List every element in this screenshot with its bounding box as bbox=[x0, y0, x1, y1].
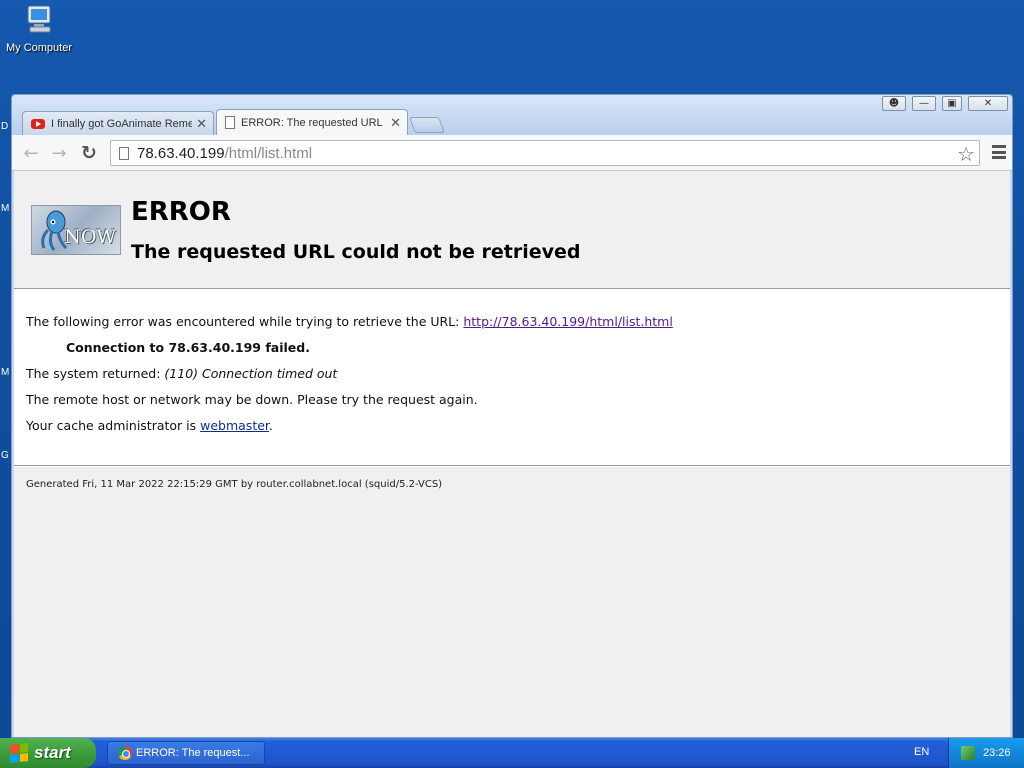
menu-icon-bar bbox=[992, 150, 1006, 154]
youtube-icon bbox=[31, 118, 45, 129]
desktop-icon-label-fragment: G bbox=[1, 450, 9, 461]
my-computer-shortcut[interactable]: My Computer bbox=[4, 2, 74, 54]
maximize-icon: ▣ bbox=[947, 98, 957, 109]
requested-url-link[interactable]: http://78.63.40.199/html/list.html bbox=[463, 314, 673, 329]
cache-admin-suffix: . bbox=[268, 418, 273, 433]
intro-paragraph: The following error was encountered whil… bbox=[26, 314, 673, 329]
error-footer: Generated Fri, 11 Mar 2022 22:15:29 GMT … bbox=[14, 467, 1010, 737]
minimize-icon: — bbox=[919, 98, 929, 109]
minimize-button[interactable]: — bbox=[912, 96, 936, 111]
start-label: start bbox=[34, 743, 71, 762]
forward-arrow-icon: → bbox=[51, 142, 67, 164]
generated-footer-text: Generated Fri, 11 Mar 2022 22:15:29 GMT … bbox=[26, 479, 443, 490]
page-icon bbox=[119, 146, 129, 160]
user-icon: ☻ bbox=[888, 98, 900, 109]
menu-icon-bar bbox=[992, 145, 1006, 148]
taskbar: start ERROR: The request... EN 23:26 bbox=[0, 738, 1024, 768]
browser-menu-button[interactable] bbox=[992, 145, 1006, 159]
taskbar-item-browser[interactable]: ERROR: The request... bbox=[107, 741, 265, 765]
page-subtitle: The requested URL could not be retrieved bbox=[131, 241, 581, 263]
connection-failed-text: Connection to 78.63.40.199 failed. bbox=[66, 340, 310, 355]
cache-admin-prefix: Your cache administrator is bbox=[26, 418, 201, 433]
window-controls: ☻ — ▣ ✕ bbox=[882, 96, 1008, 111]
tab-error[interactable]: ERROR: The requested URL ✕ bbox=[216, 109, 408, 135]
back-button[interactable]: ← bbox=[20, 142, 42, 164]
tab-title: ERROR: The requested URL bbox=[241, 116, 383, 129]
system-tray: 23:26 bbox=[948, 738, 1024, 768]
user-profile-button[interactable]: ☻ bbox=[882, 96, 906, 111]
network-tray-icon[interactable] bbox=[961, 746, 975, 760]
page-icon bbox=[225, 116, 235, 129]
maximize-button[interactable]: ▣ bbox=[942, 96, 962, 111]
remote-down-text: The remote host or network may be down. … bbox=[26, 392, 478, 407]
reload-button[interactable]: ↻ bbox=[78, 142, 100, 164]
desktop-icon-label-fragment: M bbox=[1, 367, 10, 378]
taskbar-item-title: ERROR: The request... bbox=[136, 747, 250, 759]
error-body: The following error was encountered whil… bbox=[14, 290, 1010, 466]
back-arrow-icon: ← bbox=[23, 142, 39, 164]
reload-icon: ↻ bbox=[81, 142, 97, 164]
error-header: NOW ERROR The requested URL could not be… bbox=[14, 171, 1010, 289]
system-returned-paragraph: The system returned: (110) Connection ti… bbox=[26, 366, 337, 381]
tab-strip: I finally got GoAnimate Reme ✕ ERROR: Th… bbox=[22, 109, 445, 135]
close-window-button[interactable]: ✕ bbox=[968, 96, 1008, 111]
url-host: 78.63.40.199 bbox=[137, 144, 225, 162]
intro-text: The following error was encountered whil… bbox=[26, 314, 464, 329]
chrome-icon bbox=[118, 746, 132, 760]
desktop-icon-label-fragment: D bbox=[1, 121, 9, 132]
start-button[interactable]: start bbox=[0, 738, 96, 768]
desktop-icon-label-fragment: M bbox=[1, 203, 10, 214]
close-icon: ✕ bbox=[983, 98, 993, 109]
bookmark-star-icon[interactable]: ☆ bbox=[957, 142, 975, 166]
tab-close-icon[interactable]: ✕ bbox=[196, 116, 207, 132]
address-bar[interactable]: 78.63.40.199 /html/list.html ☆ bbox=[110, 140, 980, 166]
system-returned-label: The system returned: bbox=[26, 366, 165, 381]
page-title: ERROR bbox=[131, 197, 231, 227]
browser-titlebar[interactable]: ☻ — ▣ ✕ I finally got GoAnimate Reme ✕ E… bbox=[12, 95, 1012, 135]
cache-admin-paragraph: Your cache administrator is webmaster. bbox=[26, 418, 273, 433]
tab-youtube[interactable]: I finally got GoAnimate Reme ✕ bbox=[22, 111, 214, 135]
browser-toolbar: ← → ↻ 78.63.40.199 /html/list.html ☆ bbox=[12, 135, 1012, 171]
menu-icon-bar bbox=[992, 156, 1006, 159]
squid-logo: NOW bbox=[31, 205, 121, 255]
windows-logo-icon bbox=[10, 743, 28, 763]
language-indicator[interactable]: EN bbox=[914, 746, 929, 758]
my-computer-label: My Computer bbox=[5, 42, 73, 54]
forward-button[interactable]: → bbox=[48, 142, 70, 164]
system-returned-value: (110) Connection timed out bbox=[164, 366, 338, 381]
page-content: NOW ERROR The requested URL could not be… bbox=[14, 171, 1010, 737]
logo-text: NOW bbox=[64, 226, 116, 248]
computer-icon bbox=[27, 5, 51, 33]
tab-close-icon[interactable]: ✕ bbox=[390, 115, 401, 131]
webmaster-link[interactable]: webmaster bbox=[200, 418, 269, 433]
url-path: /html/list.html bbox=[224, 144, 313, 162]
browser-window: ☻ — ▣ ✕ I finally got GoAnimate Reme ✕ E… bbox=[11, 94, 1013, 738]
clock[interactable]: 23:26 bbox=[983, 747, 1011, 759]
tab-title: I finally got GoAnimate Reme bbox=[51, 117, 193, 130]
new-tab-button[interactable] bbox=[409, 117, 445, 133]
